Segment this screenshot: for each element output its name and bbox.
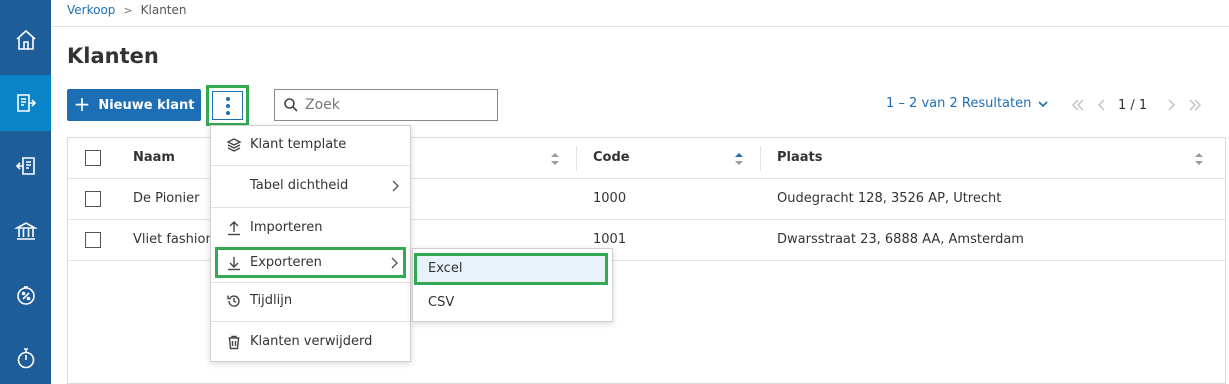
column-header-code[interactable]: Code bbox=[593, 150, 630, 165]
breadcrumb-link-verkoop[interactable]: Verkoop bbox=[67, 3, 115, 17]
chevron-right-icon bbox=[1168, 99, 1176, 111]
row-checkbox[interactable] bbox=[85, 191, 101, 207]
page-indicator: 1 / 1 bbox=[1118, 97, 1148, 113]
column-separator bbox=[576, 146, 577, 171]
breadcrumb-current: Klanten bbox=[140, 3, 187, 17]
row-checkbox[interactable] bbox=[85, 232, 101, 248]
menu-item-label: Tabel dichtheid bbox=[250, 178, 349, 193]
kebab-dot bbox=[225, 103, 230, 108]
history-icon bbox=[226, 293, 242, 309]
sort-plaats-icon[interactable] bbox=[1194, 151, 1204, 165]
submenu-item-label: CSV bbox=[428, 295, 455, 310]
sort-naam-icon[interactable] bbox=[550, 151, 560, 165]
menu-item-label: Tijdlijn bbox=[250, 293, 293, 308]
menu-item-label: Importeren bbox=[250, 220, 323, 235]
results-text: 1 – 2 van 2 Resultaten bbox=[886, 96, 1032, 111]
sort-code-icon[interactable] bbox=[734, 151, 744, 165]
submenu-item-csv[interactable]: CSV bbox=[413, 287, 612, 319]
chevron-right-icon bbox=[389, 257, 399, 269]
page-title: Klanten bbox=[67, 44, 159, 68]
submenu-item-label: Excel bbox=[428, 261, 463, 276]
chevrons-right-icon bbox=[1189, 99, 1202, 111]
highlight-frame bbox=[206, 85, 249, 126]
cell-naam: De Pionier bbox=[133, 191, 200, 206]
pagination: 1 / 1 bbox=[1066, 95, 1207, 115]
export-submenu: Excel CSV bbox=[412, 248, 613, 322]
sidebar-item-time[interactable] bbox=[0, 330, 51, 384]
sidebar-item-sales[interactable] bbox=[0, 75, 51, 131]
upload-icon bbox=[226, 220, 242, 236]
next-page-button[interactable] bbox=[1159, 95, 1183, 115]
menu-item-klanten-verwijderd[interactable]: Klanten verwijderd bbox=[211, 326, 410, 358]
cell-plaats: Oudegracht 128, 3526 AP, Utrecht bbox=[777, 191, 1002, 206]
sidebar-item-home[interactable] bbox=[0, 12, 51, 68]
more-options-button[interactable] bbox=[212, 91, 243, 120]
results-dropdown[interactable]: 1 – 2 van 2 Resultaten bbox=[886, 96, 1049, 111]
menu-divider bbox=[211, 282, 410, 283]
search-input[interactable] bbox=[305, 97, 485, 113]
menu-item-label: Klanten verwijderd bbox=[250, 334, 373, 349]
home-icon bbox=[15, 29, 36, 50]
trash-icon bbox=[226, 334, 242, 350]
sidebar-item-bank[interactable] bbox=[0, 203, 51, 259]
last-page-button[interactable] bbox=[1183, 95, 1207, 115]
download-icon bbox=[226, 255, 242, 271]
menu-item-tabel-dichtheid[interactable]: Tabel dichtheid bbox=[211, 170, 410, 202]
submenu-item-excel[interactable]: Excel bbox=[414, 253, 608, 285]
cell-naam: Vliet fashion bbox=[133, 232, 214, 247]
menu-divider bbox=[211, 321, 410, 322]
column-separator bbox=[760, 146, 761, 171]
cell-code: 1001 bbox=[593, 232, 627, 247]
menu-item-label: Exporteren bbox=[250, 255, 322, 270]
header-divider bbox=[51, 26, 1229, 27]
percent-badge-icon bbox=[16, 286, 35, 305]
breadcrumb: Verkoop > Klanten bbox=[67, 3, 187, 17]
breadcrumb-separator: > bbox=[123, 3, 133, 17]
sidebar-item-purchase[interactable] bbox=[0, 138, 51, 194]
chevrons-left-icon bbox=[1071, 99, 1084, 111]
menu-item-label: Klant template bbox=[250, 137, 347, 152]
column-header-plaats[interactable]: Plaats bbox=[777, 150, 822, 165]
new-customer-button[interactable]: + Nieuwe klant bbox=[67, 89, 201, 121]
cell-plaats: Dwarsstraat 23, 6888 AA, Amsterdam bbox=[777, 232, 1024, 247]
menu-item-klant-template[interactable]: Klant template bbox=[211, 129, 410, 161]
bank-icon bbox=[13, 222, 38, 240]
select-all-checkbox[interactable] bbox=[85, 150, 101, 166]
plus-icon: + bbox=[73, 92, 91, 116]
chevron-right-icon bbox=[390, 180, 400, 192]
menu-item-exporteren[interactable]: Exporteren bbox=[215, 247, 406, 278]
prev-page-button[interactable] bbox=[1090, 95, 1114, 115]
search-icon bbox=[284, 98, 298, 112]
cell-code: 1000 bbox=[593, 191, 627, 206]
sidebar bbox=[0, 0, 51, 384]
more-options-menu: Klant template Tabel dichtheid Importere… bbox=[210, 125, 411, 362]
kebab-dot bbox=[225, 96, 230, 101]
menu-item-importeren[interactable]: Importeren bbox=[211, 212, 410, 244]
app: Verkoop > Klanten Klanten + Nieuwe klant… bbox=[0, 0, 1229, 384]
first-page-button[interactable] bbox=[1066, 95, 1090, 115]
sidebar-item-vat[interactable] bbox=[0, 267, 51, 323]
menu-item-tijdlijn[interactable]: Tijdlijn bbox=[211, 285, 410, 317]
invoice-in-icon bbox=[15, 157, 35, 175]
chevron-left-icon bbox=[1097, 99, 1105, 111]
column-header-naam[interactable]: Naam bbox=[133, 150, 175, 165]
layers-icon bbox=[226, 137, 242, 153]
chevron-down-icon bbox=[1038, 100, 1048, 107]
menu-divider bbox=[211, 207, 410, 208]
kebab-dot bbox=[225, 110, 230, 115]
invoice-out-icon bbox=[16, 94, 36, 112]
menu-divider bbox=[211, 165, 410, 166]
new-customer-label: Nieuwe klant bbox=[98, 97, 195, 113]
search-box bbox=[274, 89, 498, 121]
stopwatch-icon bbox=[17, 348, 34, 369]
